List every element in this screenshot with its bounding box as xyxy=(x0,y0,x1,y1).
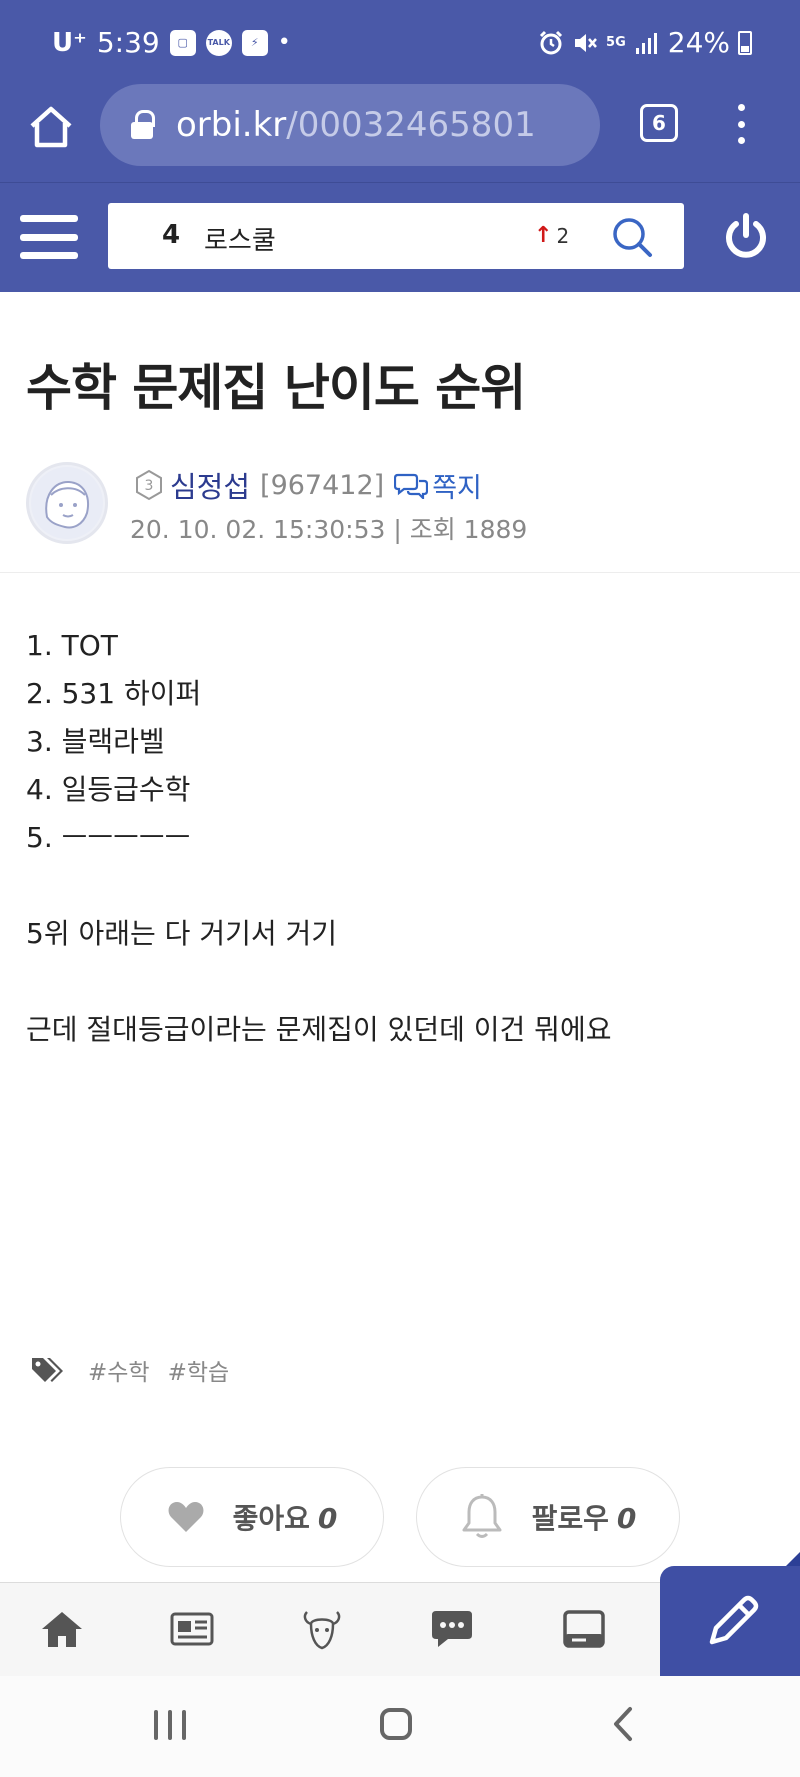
trending-search-box[interactable]: 4 로스쿨 ↑ 2 xyxy=(108,203,684,269)
status-left: U⁺ 5:39 ▢ TALK ⚡ • xyxy=(52,26,291,59)
author-avatar[interactable] xyxy=(26,462,108,544)
send-message-link[interactable]: 쪽지 xyxy=(394,466,482,505)
more-notifications-dot: • xyxy=(277,30,291,55)
nav-home-icon[interactable] xyxy=(38,1605,86,1653)
like-label: 좋아요 0 xyxy=(233,1497,338,1537)
trending-rank-number: 4 xyxy=(162,220,181,250)
bell-icon xyxy=(462,1494,502,1538)
send-message-label: 쪽지 xyxy=(432,472,482,504)
author-name[interactable]: 심정섭 xyxy=(170,464,250,506)
post-body: 1. TOT 2. 531 하이퍼 3. 블랙라벨 4. 일등급수학 5. ㅡㅡ… xyxy=(26,626,611,1058)
follow-button[interactable]: 팔로우 0 xyxy=(416,1467,680,1567)
tag-link[interactable]: #학습 xyxy=(168,1353,230,1387)
system-home-icon[interactable] xyxy=(380,1708,412,1740)
rank-change-value: 2 xyxy=(556,223,570,248)
alarm-icon xyxy=(539,30,563,54)
app-icon: ⚡ xyxy=(241,29,268,56)
level-badge-icon: 3 xyxy=(136,469,162,501)
address-bar[interactable]: orbi.kr/00032465801 xyxy=(100,84,600,166)
body-line: 5. ㅡㅡㅡㅡㅡ xyxy=(26,821,191,854)
site-header: 4 로스쿨 ↑ 2 xyxy=(0,182,800,292)
like-label-text: 좋아요 xyxy=(232,1502,310,1535)
browser-toolbar: orbi.kr/00032465801 6 xyxy=(0,84,800,182)
network-type-label: 5G xyxy=(606,34,626,50)
post-meta: 20. 10. 02. 15:30:53 | 조회 1889 xyxy=(130,515,528,544)
carrier-label: U⁺ xyxy=(52,27,87,58)
trending-rank-change: ↑ 2 xyxy=(534,223,569,248)
system-nav-bar xyxy=(0,1676,800,1777)
tags-icon xyxy=(32,1358,63,1382)
body-line: 2. 531 하이퍼 xyxy=(26,677,202,710)
body-line: 근데 절대등급이라는 문제집이 있던데 이건 뭐에요 xyxy=(26,1013,612,1046)
power-icon[interactable] xyxy=(722,211,770,261)
mute-icon xyxy=(575,33,597,52)
nav-news-icon[interactable] xyxy=(168,1605,216,1653)
clock: 5:39 xyxy=(96,26,160,59)
hamburger-menu-icon[interactable] xyxy=(20,215,78,259)
write-post-button[interactable] xyxy=(660,1566,800,1676)
like-count: 0 xyxy=(317,1502,338,1535)
nav-goat-icon[interactable] xyxy=(298,1605,346,1653)
recent-apps-icon[interactable] xyxy=(154,1710,186,1740)
nav-board-icon[interactable] xyxy=(560,1605,608,1653)
body-line: 5위 아래는 다 거기서 거기 xyxy=(26,917,338,950)
signal-icon xyxy=(635,32,657,54)
tag-link[interactable]: #수학 xyxy=(88,1353,150,1387)
follow-label: 팔로우 0 xyxy=(532,1497,637,1537)
body-line xyxy=(26,962,611,1010)
arrow-up-icon: ↑ xyxy=(534,223,553,248)
body-line: 4. 일등급수학 xyxy=(26,773,191,806)
follow-label-text: 팔로우 xyxy=(531,1502,609,1535)
author-line: 3 심정섭 [967412] 쪽지 xyxy=(134,464,482,506)
pencil-icon xyxy=(709,1595,759,1645)
body-line xyxy=(26,866,611,914)
back-icon[interactable] xyxy=(610,1706,636,1742)
avatar-illustration xyxy=(31,467,103,539)
nav-chat-icon[interactable] xyxy=(428,1605,476,1653)
status-bar: U⁺ 5:39 ▢ TALK ⚡ • 5G 24% xyxy=(0,0,800,84)
follow-count: 0 xyxy=(616,1502,637,1535)
body-line: 1. TOT xyxy=(26,629,118,662)
body-line: 3. 블랙라벨 xyxy=(26,725,165,758)
talk-icon: TALK xyxy=(205,29,232,56)
search-icon[interactable] xyxy=(610,215,654,259)
browser-menu-icon[interactable] xyxy=(730,102,752,146)
browser-home-icon[interactable] xyxy=(26,102,76,152)
status-right: 5G 24% xyxy=(538,26,752,59)
url-path: /00032465801 xyxy=(286,105,536,145)
post-title: 수학 문제집 난이도 순위 xyxy=(26,359,526,417)
battery-icon xyxy=(738,30,752,55)
url-host: orbi.kr xyxy=(176,105,287,145)
divider xyxy=(0,572,800,573)
messenger-icon: ▢ xyxy=(169,29,196,56)
tab-switcher-button[interactable]: 6 xyxy=(640,104,678,142)
chat-bubbles-icon xyxy=(394,473,429,499)
author-level: 3 xyxy=(145,478,154,494)
tag-list: #수학 #학습 xyxy=(30,1353,229,1387)
trending-keyword[interactable]: 로스쿨 xyxy=(204,220,276,257)
heart-icon xyxy=(168,1502,204,1532)
lock-icon xyxy=(130,110,155,140)
like-button[interactable]: 좋아요 0 xyxy=(120,1467,384,1567)
author-id: [967412] xyxy=(260,469,385,501)
battery-percent: 24% xyxy=(667,26,730,59)
